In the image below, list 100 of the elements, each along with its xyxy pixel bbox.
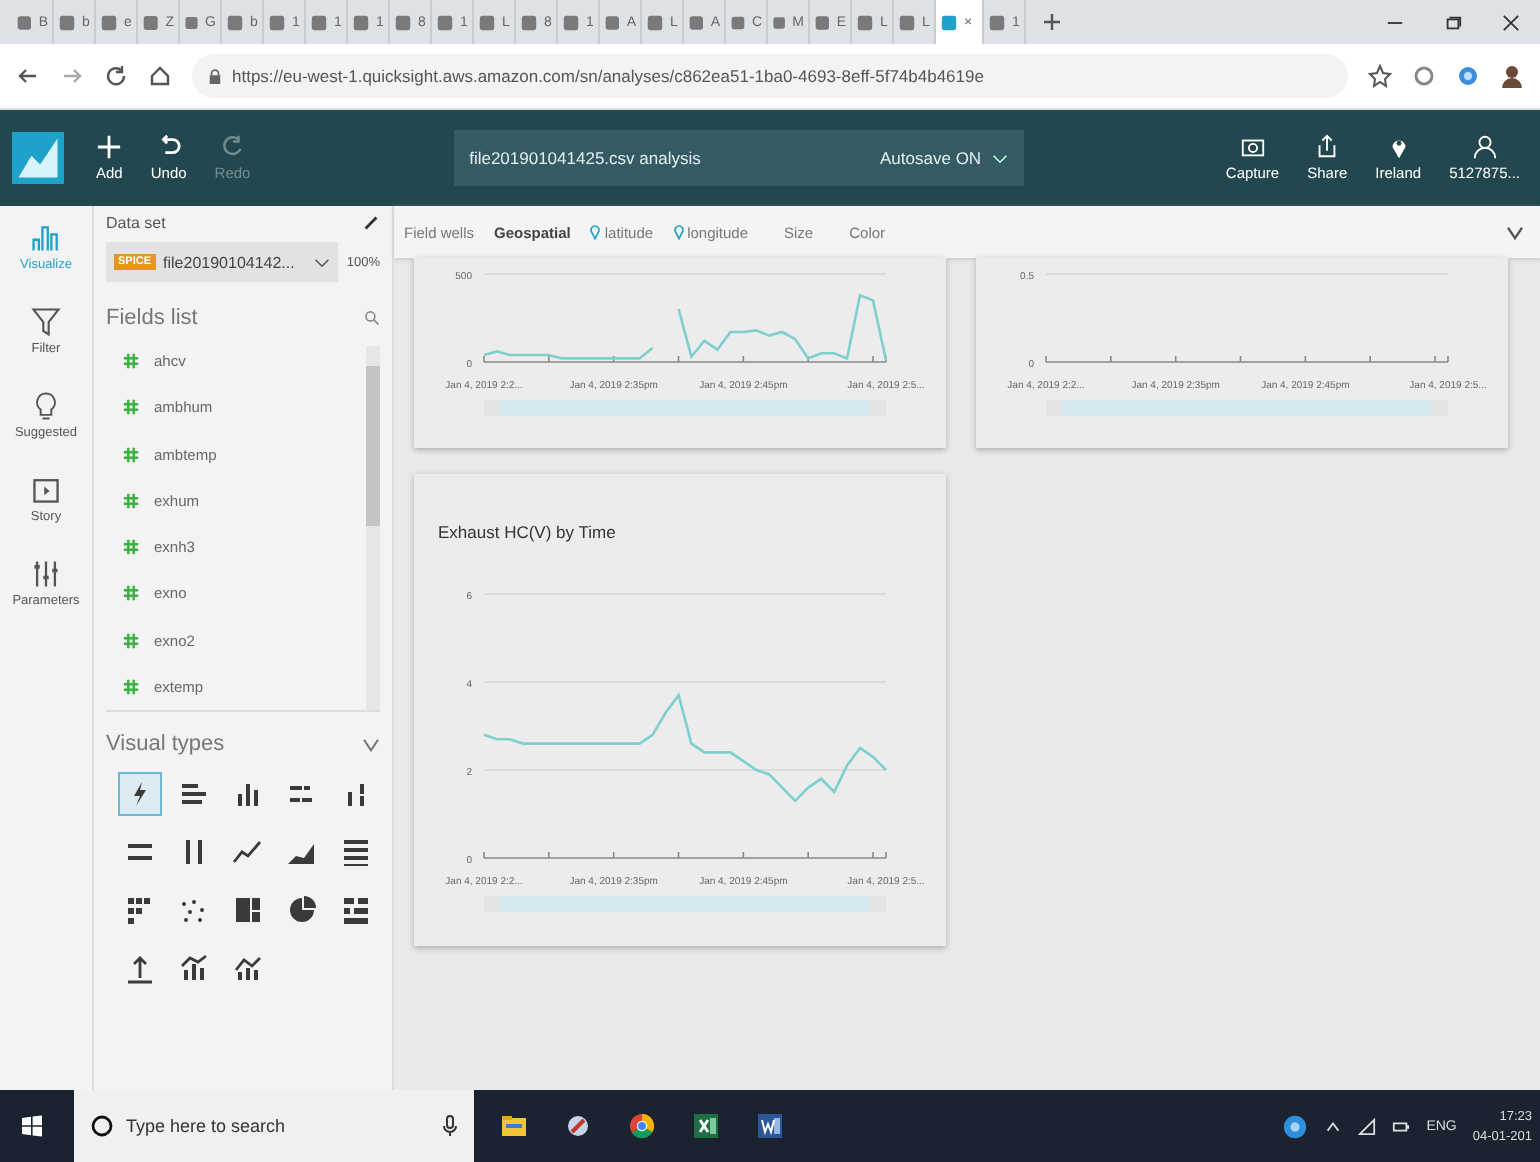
section-title: Fields list [106,306,200,330]
back-icon[interactable] [16,64,40,88]
hash-icon [122,584,140,603]
ring-icon[interactable] [90,1114,114,1138]
grid-icon [340,894,372,926]
hash-icon [122,538,140,557]
visual-title: Exhaust HC(V) by Time [438,522,616,542]
network-icon[interactable] [1358,1117,1377,1135]
combo-chart-icon [232,952,264,984]
extension-icon[interactable] [1456,64,1480,88]
camera-icon [1239,134,1266,160]
new-tab-icon[interactable] [1042,12,1062,32]
autosave-label[interactable]: Autosave ON [880,148,982,168]
page-icon [562,13,580,31]
page-icon [520,13,538,31]
page-icon [604,13,621,31]
bar-chart-icon [30,222,62,254]
help-icon[interactable] [1282,1113,1309,1139]
page-icon [436,13,454,31]
home-icon[interactable] [148,64,172,88]
lightbulb-icon [30,390,62,422]
microphone-icon[interactable] [442,1114,458,1138]
dataset-name: file20190104142... [163,253,297,271]
range-slider[interactable] [484,400,886,416]
page-icon [772,13,787,31]
logo-icon[interactable] [12,132,64,184]
spreadsheet-icon[interactable] [692,1112,720,1140]
expand-icon[interactable] [1506,225,1524,239]
pie-chart-icon [286,894,318,926]
page-icon [730,13,746,31]
restore-icon[interactable] [1444,13,1462,31]
address-field[interactable]: https://eu-west-1.quicksight.aws.amazon.com/sn/analyses/c862ea51-1ba0-4693-8eff-5f74b4b4619e [192,54,1348,98]
hash-icon [122,631,140,650]
star-icon[interactable] [1368,64,1392,88]
page-icon [100,13,118,31]
edit-icon[interactable] [362,214,380,232]
page-icon [142,13,160,31]
extension-icon[interactable] [1412,64,1436,88]
page-icon [814,13,831,31]
analysis-name: file201901041425.csv analysis [469,148,701,168]
lock-icon [208,67,222,85]
windows-start-icon[interactable] [20,1114,44,1138]
battery-icon[interactable] [1392,1117,1411,1135]
tree-map-icon [232,894,264,926]
grid-icon [124,894,156,926]
page-icon [268,13,286,31]
page-icon [16,13,33,31]
share-icon [1314,134,1341,160]
pin-icon [673,224,684,240]
browser-icon[interactable] [628,1112,656,1140]
page-icon [646,13,664,31]
page-icon [58,13,76,31]
scatter-plot-icon [178,894,210,926]
combo-chart-icon [178,952,210,984]
reload-icon[interactable] [104,64,128,88]
sliders-icon [29,558,62,590]
user-icon [1471,134,1498,160]
chevron-icon[interactable] [362,737,380,751]
page-icon [184,13,200,31]
arrow-up-icon [124,952,156,984]
folder-icon[interactable] [500,1112,528,1140]
column-chart-icon [232,778,264,810]
search-icon[interactable] [364,310,380,326]
pin-icon [590,224,601,240]
plus-icon [96,134,123,160]
section-label: Data set [106,214,168,232]
caret-icon[interactable] [1324,1117,1343,1135]
play-icon [30,474,62,506]
search-box[interactable]: Type here to search [74,1090,474,1162]
line-chart-icon [232,836,264,868]
hash-icon [122,677,140,696]
range-slider[interactable] [1046,400,1448,416]
analysis-name-field[interactable]: file201901041425.csv analysis Autosave ON [453,130,1024,186]
bar-chart-icon [178,778,210,810]
url-text: https://eu-west-1.quicksight.aws.amazon.com/sn/analyses/c862ea51-1ba0-4693-8eff-5f74b4b4619e [232,66,984,86]
visual-type-button[interactable] [118,772,162,816]
page-icon [688,13,705,31]
page-icon [898,13,916,31]
page-icon [226,13,244,31]
hash-icon [122,445,140,464]
chevron-icon [314,257,331,267]
search-field[interactable]: Type here to search [126,1112,430,1140]
page-icon [352,13,370,31]
page-icon [856,13,874,31]
hash-icon [122,352,140,371]
app-icon[interactable] [564,1112,592,1140]
scrollbar[interactable] [366,346,380,710]
document-icon[interactable] [756,1112,784,1140]
section-title: Visual types [106,732,227,756]
page-icon [310,13,328,31]
range-slider[interactable] [484,896,886,912]
page-icon [478,13,496,31]
table-icon [340,836,372,868]
funnel-icon [30,306,62,338]
avatar-icon[interactable] [1500,64,1524,88]
close-icon[interactable] [1502,13,1520,31]
page-icon [394,13,412,31]
hash-icon [122,398,140,417]
redo-icon [219,134,246,160]
page-icon [988,13,1006,31]
